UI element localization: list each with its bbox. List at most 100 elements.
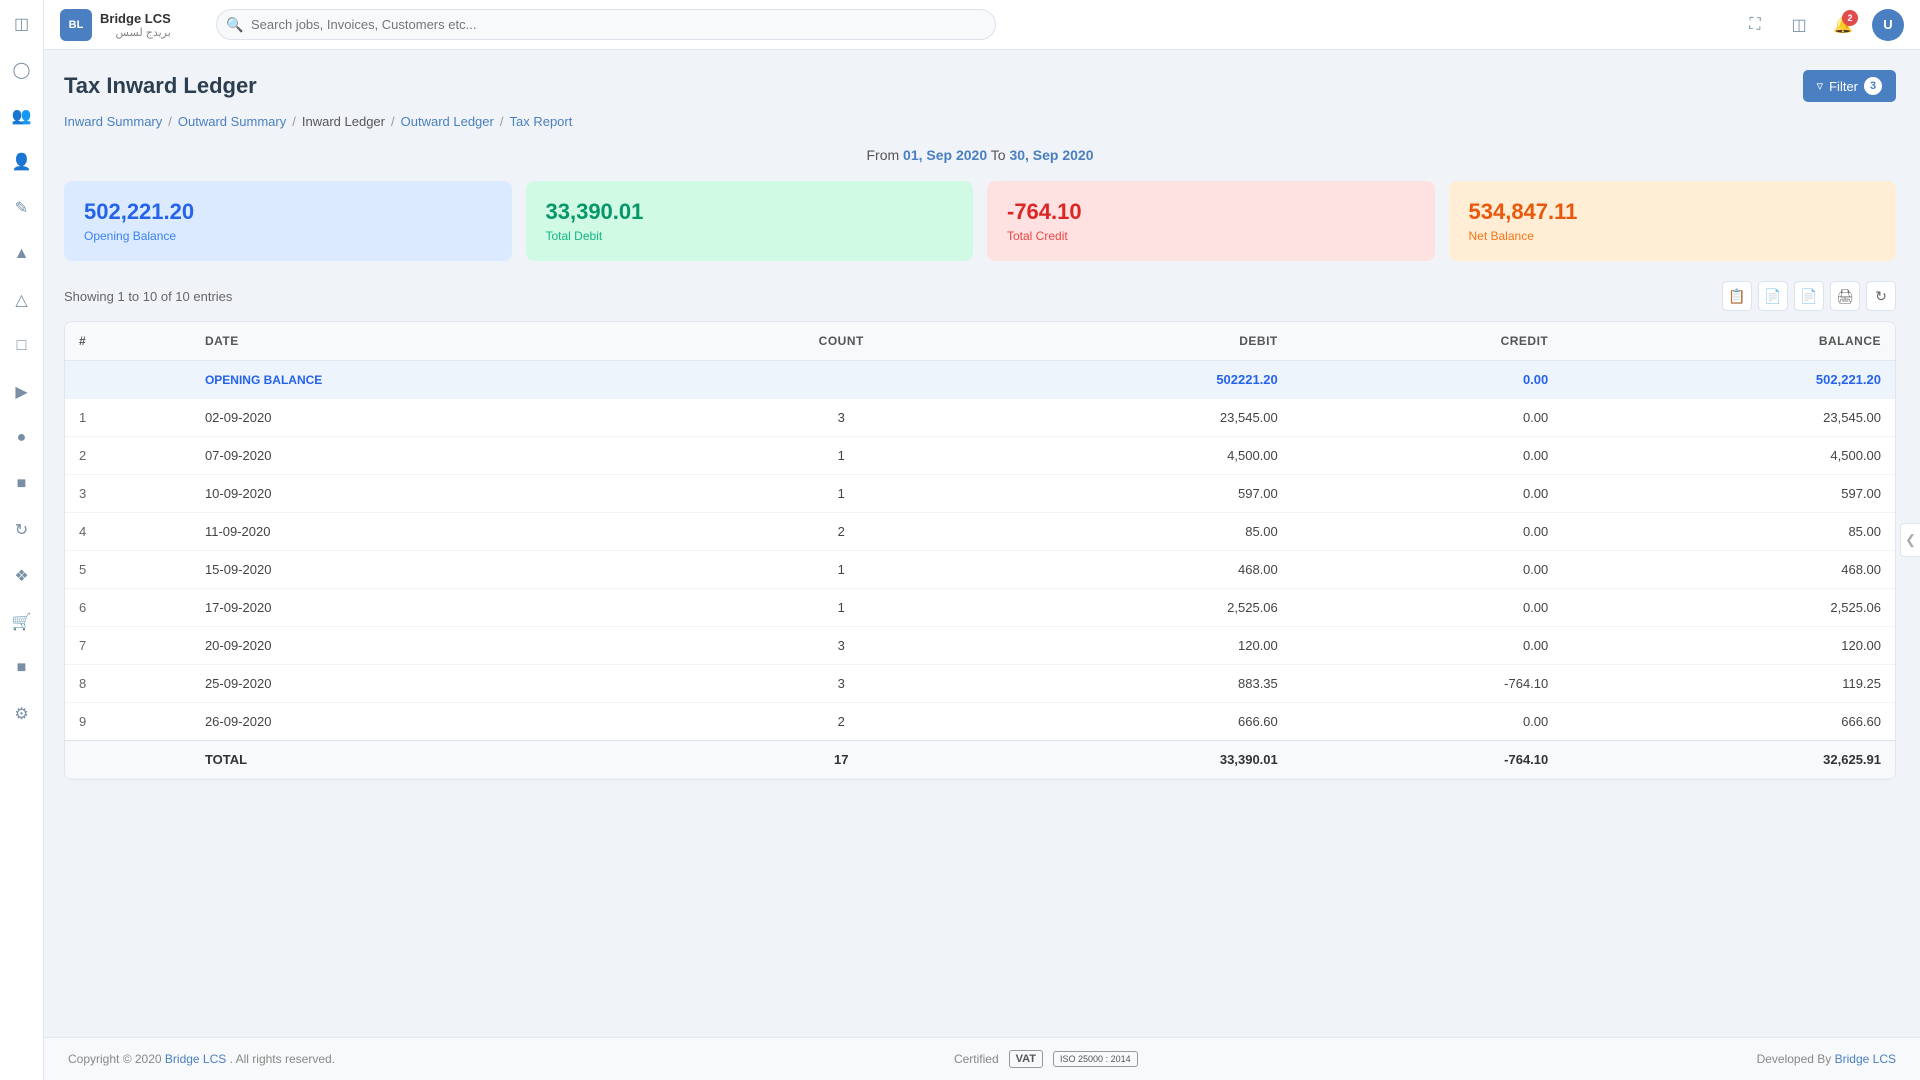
row-balance: 597.00 — [1562, 475, 1895, 513]
search-icon: 🔍 — [226, 16, 243, 33]
search-input[interactable] — [216, 9, 996, 40]
total-credit-value: -764.10 — [1007, 199, 1415, 225]
table-row[interactable]: 2 07-09-2020 1 4,500.00 0.00 4,500.00 — [65, 437, 1895, 475]
sidebar-item-cart[interactable]: 🛒 — [8, 608, 36, 636]
breadcrumb-inward-summary[interactable]: Inward Summary — [64, 114, 162, 129]
opening-balance-row[interactable]: OPENING BALANCE 502221.20 0.00 502,221.2… — [65, 361, 1895, 399]
breadcrumb-inward-ledger: Inward Ledger — [302, 114, 385, 129]
sidebar-item-user[interactable]: ◯ — [8, 56, 36, 84]
refresh-button[interactable]: ↻ — [1866, 281, 1896, 311]
net-balance-label: Net Balance — [1469, 229, 1877, 243]
sidebar-item-grid[interactable]: ◫ — [8, 10, 36, 38]
table-row[interactable]: 7 20-09-2020 3 120.00 0.00 120.00 — [65, 627, 1895, 665]
copy-button[interactable]: 📋 — [1722, 281, 1752, 311]
row-credit: 0.00 — [1292, 475, 1562, 513]
sidebar-item-gear[interactable]: ⚙ — [8, 700, 36, 728]
row-count: 3 — [710, 665, 972, 703]
sidebar-item-card[interactable]: ■ — [8, 470, 36, 498]
breadcrumb-outward-summary[interactable]: Outward Summary — [178, 114, 286, 129]
date-range: From 01, Sep 2020 To 30, Sep 2020 — [64, 147, 1896, 163]
main-wrap: BL Bridge LCS بريدج لسس 🔍 ⛶ ◫ 🔔 2 U Tax … — [44, 0, 1920, 1080]
table-row[interactable]: 8 25-09-2020 3 883.35 -764.10 119.25 — [65, 665, 1895, 703]
row-count: 3 — [710, 627, 972, 665]
certified-text: Certified — [954, 1052, 999, 1066]
sidebar-item-tag[interactable]: ▶ — [8, 378, 36, 406]
sidebar-item-contact[interactable]: 👤 — [8, 148, 36, 176]
footer-rights: . All rights reserved. — [230, 1052, 335, 1066]
row-balance: 468.00 — [1562, 551, 1895, 589]
sidebar-item-shield[interactable]: ■ — [8, 654, 36, 682]
total-debit-value: 33,390.01 — [546, 199, 954, 225]
table-row[interactable]: 3 10-09-2020 1 597.00 0.00 597.00 — [65, 475, 1895, 513]
row-debit: 468.00 — [972, 551, 1292, 589]
row-count: 2 — [710, 513, 972, 551]
sidebar-item-refresh[interactable]: ↻ — [8, 516, 36, 544]
sidebar-item-alert[interactable]: △ — [8, 286, 36, 314]
notification-bell[interactable]: 🔔 2 — [1828, 10, 1858, 40]
company-arabic: بريدج لسس — [100, 26, 171, 39]
table-row[interactable]: 6 17-09-2020 1 2,525.06 0.00 2,525.06 — [65, 589, 1895, 627]
print-button[interactable]: 🖨 — [1830, 281, 1860, 311]
topbar: BL Bridge LCS بريدج لسس 🔍 ⛶ ◫ 🔔 2 U — [44, 0, 1920, 50]
footer: Copyright © 2020 Bridge LCS . All rights… — [44, 1037, 1920, 1080]
breadcrumb-tax-report[interactable]: Tax Report — [509, 114, 572, 129]
filter-icon: ▿ — [1817, 78, 1824, 94]
row-num: 3 — [65, 475, 191, 513]
filter-label: Filter — [1829, 79, 1858, 94]
table-body: OPENING BALANCE 502221.20 0.00 502,221.2… — [65, 361, 1895, 779]
row-date: 11-09-2020 — [191, 513, 711, 551]
sidebar-item-box[interactable]: □ — [8, 332, 36, 360]
table-row[interactable]: 9 26-09-2020 2 666.60 0.00 666.60 — [65, 703, 1895, 741]
date-from: 01, Sep 2020 — [903, 147, 987, 163]
sidebar-item-edit[interactable]: ✎ — [8, 194, 36, 222]
table-row[interactable]: 1 02-09-2020 3 23,545.00 0.00 23,545.00 — [65, 399, 1895, 437]
avatar[interactable]: U — [1872, 9, 1904, 41]
table-toolbar: Showing 1 to 10 of 10 entries 📋 📄 📄 🖨 ↻ — [64, 281, 1896, 311]
sidebar-item-clock[interactable]: ● — [8, 424, 36, 452]
row-balance: 119.25 — [1562, 665, 1895, 703]
sidebar-item-users[interactable]: 👥 — [8, 102, 36, 130]
iso-badge: ISO 25000 : 2014 — [1053, 1051, 1138, 1067]
row-balance: 2,525.06 — [1562, 589, 1895, 627]
collapse-arrow[interactable]: ❮ — [1900, 523, 1920, 557]
breadcrumb-outward-ledger[interactable]: Outward Ledger — [401, 114, 494, 129]
copyright-text: Copyright © 2020 — [68, 1052, 162, 1066]
fullscreen-icon[interactable]: ⛶ — [1740, 10, 1770, 40]
row-count: 2 — [710, 703, 972, 741]
notification-badge: 2 — [1842, 10, 1858, 26]
row-credit: -764.10 — [1292, 665, 1562, 703]
content-area: Tax Inward Ledger ▿ Filter 3 Inward Summ… — [44, 50, 1920, 1037]
total-credit: -764.10 — [1292, 741, 1562, 779]
row-num: 9 — [65, 703, 191, 741]
opening-debit: 502221.20 — [972, 361, 1292, 399]
row-balance: 23,545.00 — [1562, 399, 1895, 437]
page-header: Tax Inward Ledger ▿ Filter 3 — [64, 70, 1896, 102]
total-credit-label: Total Credit — [1007, 229, 1415, 243]
footer-developer: Developed By Bridge LCS — [1757, 1052, 1896, 1066]
sidebar-item-chart[interactable]: ▲ — [8, 240, 36, 268]
table-row[interactable]: 5 15-09-2020 1 468.00 0.00 468.00 — [65, 551, 1895, 589]
search-bar[interactable]: 🔍 — [216, 9, 996, 40]
breadcrumb: Inward Summary / Outward Summary / Inwar… — [64, 114, 1896, 129]
apps-icon[interactable]: ◫ — [1784, 10, 1814, 40]
row-debit: 23,545.00 — [972, 399, 1292, 437]
developer-link[interactable]: Bridge LCS — [1835, 1052, 1896, 1066]
row-date: 26-09-2020 — [191, 703, 711, 741]
net-balance-card: 534,847.11 Net Balance — [1449, 181, 1897, 261]
row-date: 25-09-2020 — [191, 665, 711, 703]
sidebar-item-puzzle[interactable]: ❖ — [8, 562, 36, 590]
ledger-table: # DATE COUNT DEBIT CREDIT BALANCE OPENIN… — [65, 322, 1895, 779]
col-balance: BALANCE — [1562, 322, 1895, 361]
summary-cards: 502,221.20 Opening Balance 33,390.01 Tot… — [64, 181, 1896, 261]
row-date: 17-09-2020 — [191, 589, 711, 627]
filter-button[interactable]: ▿ Filter 3 — [1803, 70, 1896, 102]
logo-abbrev: BL — [69, 19, 84, 31]
row-credit: 0.00 — [1292, 703, 1562, 741]
opening-balance: 502,221.20 — [1562, 361, 1895, 399]
csv-button[interactable]: 📄 — [1758, 281, 1788, 311]
row-date: 20-09-2020 — [191, 627, 711, 665]
row-credit: 0.00 — [1292, 399, 1562, 437]
pdf-button[interactable]: 📄 — [1794, 281, 1824, 311]
footer-company-link[interactable]: Bridge LCS — [165, 1052, 226, 1066]
table-row[interactable]: 4 11-09-2020 2 85.00 0.00 85.00 — [65, 513, 1895, 551]
